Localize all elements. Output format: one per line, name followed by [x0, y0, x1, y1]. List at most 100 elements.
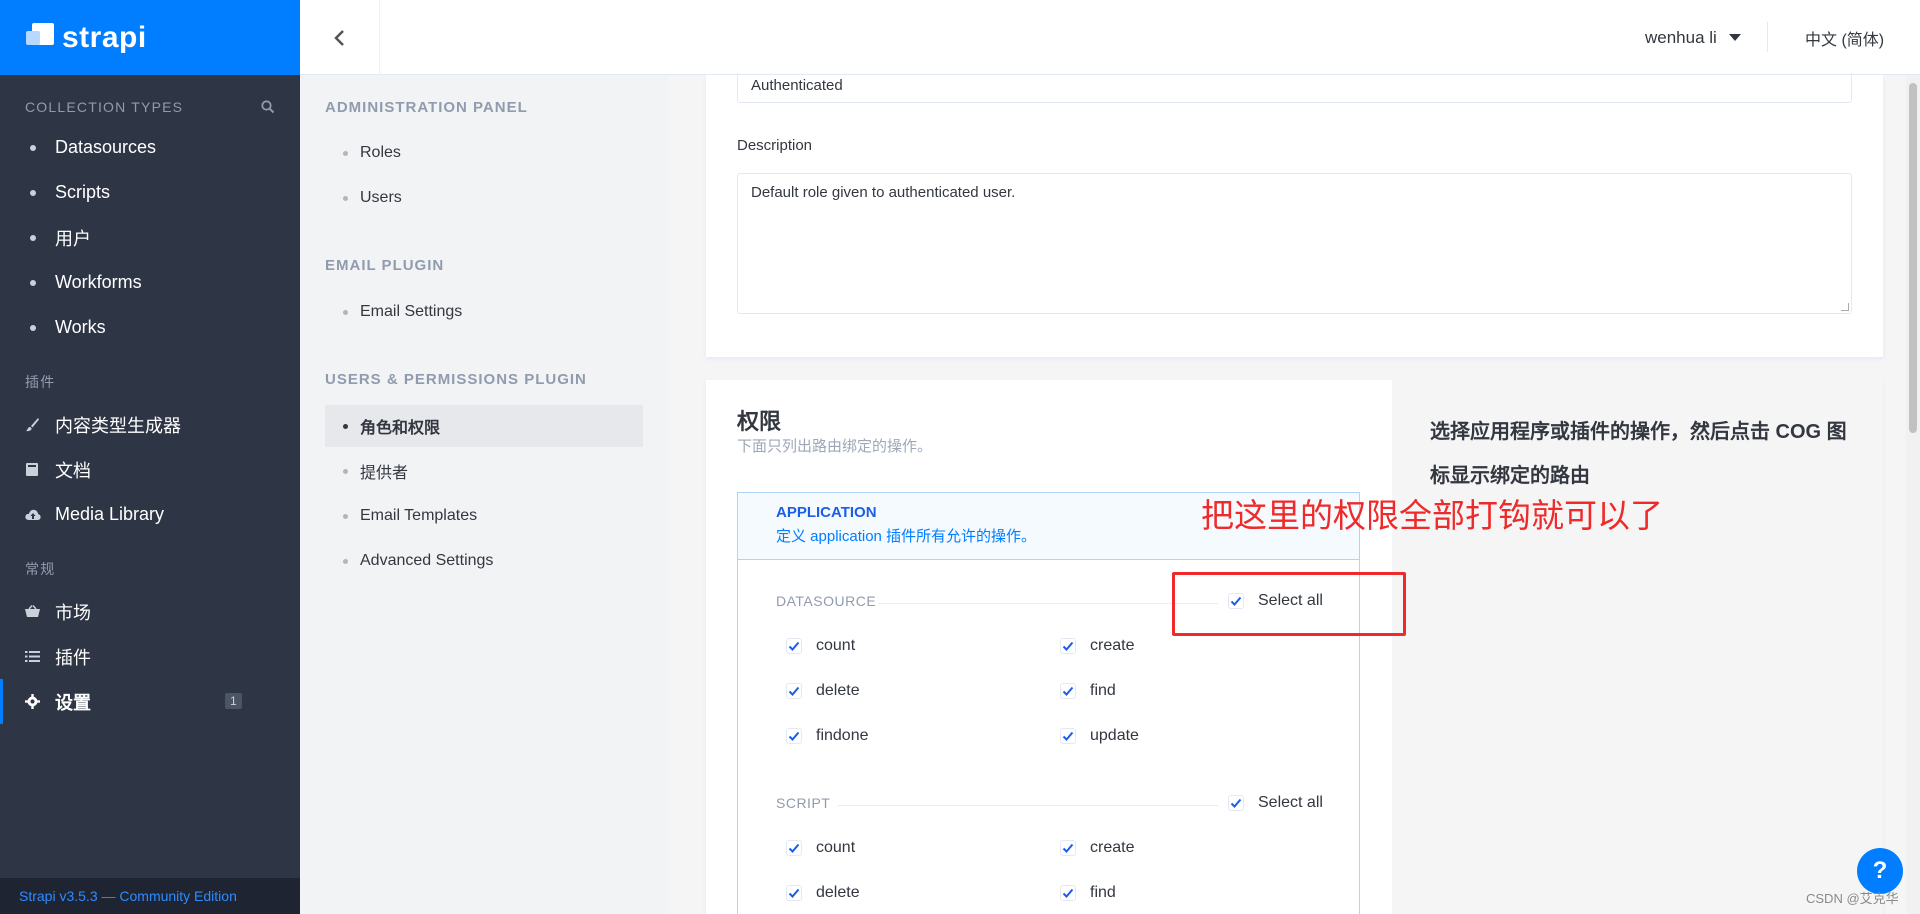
subnav-item-providers[interactable]: 提供者 — [325, 450, 643, 492]
chevron-left-icon — [333, 29, 344, 46]
checkbox-label: delete — [816, 884, 860, 901]
subnav-item-roles[interactable]: Roles — [325, 132, 643, 174]
sidebar-item-label: 文档 — [55, 460, 91, 481]
checkbox-label: count — [816, 839, 856, 856]
bullet-icon — [343, 468, 348, 474]
checkbox-datasource-delete[interactable]: delete — [786, 682, 860, 700]
checkbox-label: update — [1090, 727, 1139, 744]
caret-down-icon — [1728, 34, 1741, 41]
checkbox-checked-icon[interactable] — [1060, 728, 1076, 744]
users-permissions-title: USERS & PERMISSIONS PLUGIN — [325, 371, 587, 388]
user-menu[interactable]: wenhua li — [1645, 0, 1741, 75]
brand-name: strapi — [62, 20, 147, 54]
description-textarea[interactable]: Default role given to authenticated user… — [737, 173, 1852, 314]
brand-logo[interactable]: strapi — [0, 0, 300, 75]
checkbox-checked-icon[interactable] — [1060, 638, 1076, 654]
sidebar-item-label: 内容类型生成器 — [55, 415, 181, 436]
checkbox-checked-icon[interactable] — [786, 683, 802, 699]
settings-subnav: ADMINISTRATION PANEL Roles Users EMAIL P… — [300, 75, 668, 914]
bullet-icon — [343, 423, 348, 429]
resize-handle-icon[interactable] — [1841, 303, 1849, 311]
email-plugin-title: EMAIL PLUGIN — [325, 257, 445, 274]
checkbox-checked-icon[interactable] — [786, 638, 802, 654]
checkbox-checked-icon[interactable] — [786, 728, 802, 744]
subnav-item-label: Email Templates — [360, 507, 478, 524]
sidebar-item-label: Datasources — [55, 137, 157, 157]
checkbox-checked-icon[interactable] — [1060, 840, 1076, 856]
permissions-title: 权限 — [737, 409, 782, 434]
checkbox-checked-icon[interactable] — [786, 885, 802, 901]
sidebar-item-content-type-builder[interactable]: 内容类型生成器 — [0, 402, 300, 447]
search-icon[interactable] — [261, 100, 275, 114]
checkbox-checked-icon[interactable] — [1060, 885, 1076, 901]
role-details-card: Authenticated Description Default role g… — [706, 73, 1883, 357]
sidebar-item-works[interactable]: Works — [0, 305, 300, 350]
sidebar-item-users[interactable]: 用户 — [0, 215, 300, 260]
basket-icon — [25, 605, 55, 618]
sidebar-item-workforms[interactable]: Workforms — [0, 260, 300, 305]
bullet-icon — [30, 144, 36, 151]
group-title-script: SCRIPT — [776, 795, 831, 811]
sidebar-item-marketplace[interactable]: 市场 — [0, 589, 300, 634]
checkbox-label: create — [1090, 637, 1135, 654]
subnav-item-users[interactable]: Users — [325, 177, 643, 219]
bullet-icon — [343, 309, 348, 315]
sidebar-item-settings[interactable]: 设置 1 — [0, 679, 300, 724]
annotation-highlight-box — [1172, 572, 1406, 636]
back-button[interactable] — [300, 0, 380, 75]
collection-types-header: COLLECTION TYPES — [0, 97, 300, 117]
description-text: Default role given to authenticated user… — [751, 184, 1016, 201]
header-divider — [1767, 22, 1768, 52]
version-footer: Strapi v3.5.3 — Community Edition — [0, 878, 300, 914]
checkbox-label: delete — [816, 682, 860, 699]
page-scrollbar[interactable] — [1906, 75, 1920, 914]
group-title-datasource: DATASOURCE — [776, 593, 877, 609]
language-selector[interactable]: 中文 (简体) — [1805, 0, 1884, 75]
subnav-item-label: Roles — [360, 144, 401, 161]
bullet-icon — [343, 513, 348, 519]
subnav-item-label: 角色和权限 — [360, 420, 441, 437]
checkbox-checked-icon[interactable] — [786, 840, 802, 856]
permissions-card: 权限 下面只列出路由绑定的操作。 APPLICATION 定义 applicat… — [706, 380, 1883, 914]
bullet-icon — [343, 558, 348, 564]
general-title: 常规 — [25, 561, 56, 577]
subnav-item-email-settings[interactable]: Email Settings — [325, 291, 643, 333]
subnav-item-advanced-settings[interactable]: Advanced Settings — [325, 540, 643, 582]
checkbox-script-count[interactable]: count — [786, 839, 855, 857]
subnav-item-roles-permissions[interactable]: 角色和权限 — [325, 405, 643, 447]
sidebar-item-label: 插件 — [55, 647, 91, 668]
select-all-script[interactable]: Select all — [1228, 794, 1323, 812]
permissions-help-panel: 选择应用程序或插件的操作，然后点击 COG 图标显示绑定的路由 — [1392, 380, 1883, 914]
bullet-icon — [30, 234, 36, 241]
role-name-input[interactable]: Authenticated — [737, 73, 1852, 103]
bullet-icon — [30, 189, 36, 196]
checkbox-datasource-update[interactable]: update — [1060, 727, 1139, 745]
sidebar-item-datasources[interactable]: Datasources — [0, 125, 300, 170]
cloud-upload-icon — [25, 508, 55, 521]
sidebar-item-plugins[interactable]: 插件 — [0, 634, 300, 679]
checkbox-datasource-create[interactable]: create — [1060, 637, 1134, 655]
checkbox-checked-icon[interactable] — [1060, 683, 1076, 699]
checkbox-script-find[interactable]: find — [1060, 884, 1116, 902]
sidebar-item-label: 市场 — [55, 602, 91, 623]
group-divider — [878, 603, 1218, 604]
checkbox-checked-icon[interactable] — [1228, 795, 1244, 811]
subnav-item-label: Advanced Settings — [360, 552, 494, 569]
checkbox-script-delete[interactable]: delete — [786, 884, 860, 902]
scrollbar-thumb[interactable] — [1909, 83, 1917, 433]
subnav-item-email-templates[interactable]: Email Templates — [325, 495, 643, 537]
permissions-panel: 权限 下面只列出路由绑定的操作。 APPLICATION 定义 applicat… — [706, 380, 1392, 914]
sidebar-item-media-library[interactable]: Media Library — [0, 492, 300, 537]
checkbox-datasource-find[interactable]: find — [1060, 682, 1116, 700]
plugins-header: 插件 — [0, 372, 300, 392]
checkbox-label: findone — [816, 727, 869, 744]
sidebar-item-scripts[interactable]: Scripts — [0, 170, 300, 215]
checkbox-script-create[interactable]: create — [1060, 839, 1134, 857]
settings-badge: 1 — [225, 693, 242, 709]
paintbrush-icon — [25, 417, 55, 432]
sidebar-item-docs[interactable]: 文档 — [0, 447, 300, 492]
subnav-item-label: Email Settings — [360, 303, 463, 320]
annotation-text: 把这里的权限全部打钩就可以了 — [1201, 497, 1663, 534]
checkbox-datasource-count[interactable]: count — [786, 637, 855, 655]
checkbox-datasource-findone[interactable]: findone — [786, 727, 869, 745]
